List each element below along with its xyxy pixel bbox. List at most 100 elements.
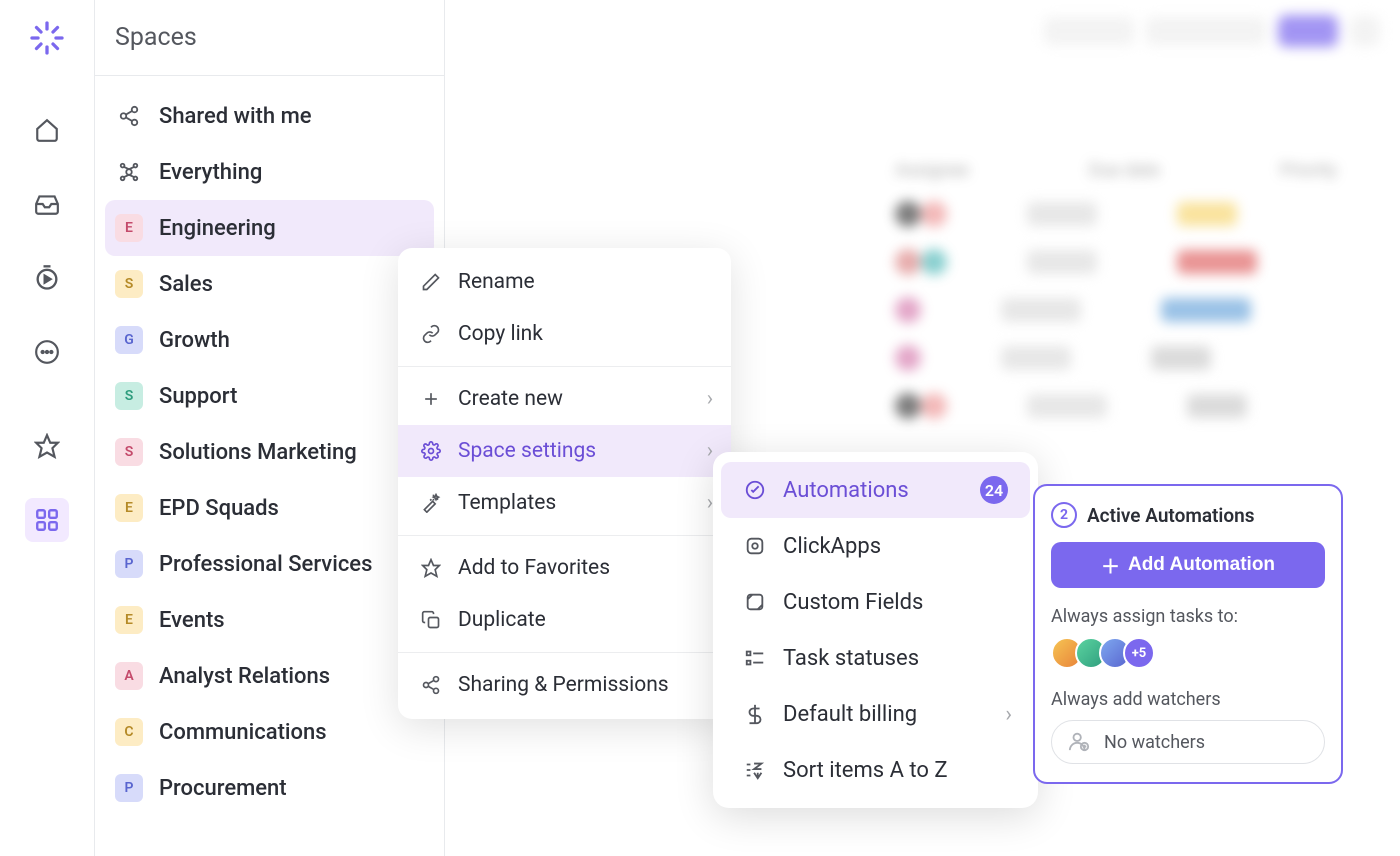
spaces-list: Shared with me Everything E Engineering …: [95, 76, 444, 828]
add-automation-label: Add Automation: [1128, 554, 1275, 576]
menu-item-space-settings[interactable]: Space settings ›: [398, 425, 731, 477]
inbox-icon[interactable]: [25, 182, 69, 226]
plus-icon: [420, 388, 442, 410]
clickapps-icon: [743, 534, 767, 558]
assignees-list[interactable]: +5: [1051, 637, 1325, 669]
submenu-item-clickapps[interactable]: ClickApps: [721, 518, 1030, 574]
submenu-item-automations[interactable]: Automations 24: [721, 462, 1030, 518]
menu-item-rename[interactable]: Rename: [398, 256, 731, 308]
menu-item-sharing-permissions[interactable]: Sharing & Permissions: [398, 659, 731, 711]
spaces-header: Spaces: [95, 0, 444, 76]
sidebar-item-label: Communications: [159, 720, 327, 745]
sidebar-item-label: Analyst Relations: [159, 664, 330, 689]
copy-icon: [420, 609, 442, 631]
chevron-right-icon: ›: [1005, 702, 1012, 727]
sidebar-item-label: Procurement: [159, 776, 287, 801]
automations-header: 2 Active Automations: [1051, 502, 1325, 528]
menu-divider: [398, 652, 731, 653]
sidebar-item-sales[interactable]: S Sales: [105, 256, 434, 312]
active-automation-count: 2: [1051, 502, 1077, 528]
submenu-item-task-statuses[interactable]: Task statuses: [721, 630, 1030, 686]
space-avatar: E: [115, 214, 143, 242]
magic-wand-icon: [420, 492, 442, 514]
space-avatar: G: [115, 326, 143, 354]
sort-icon: [743, 758, 767, 782]
dollar-icon: [743, 702, 767, 726]
assignee-more-badge: +5: [1123, 637, 1155, 669]
timer-icon[interactable]: [25, 256, 69, 300]
space-avatar: S: [115, 270, 143, 298]
sidebar-item-everything[interactable]: Everything: [105, 144, 434, 200]
sidebar-item-label: Growth: [159, 328, 230, 353]
menu-item-duplicate[interactable]: Duplicate: [398, 594, 731, 646]
sidebar-item-label: Solutions Marketing: [159, 440, 357, 465]
add-watcher-icon: [1068, 730, 1092, 754]
custom-fields-icon: [743, 590, 767, 614]
sidebar-item-support[interactable]: S Support: [105, 368, 434, 424]
space-context-menu: Rename Copy link Create new › Space sett…: [398, 248, 731, 719]
home-icon[interactable]: [25, 108, 69, 152]
gear-icon: [420, 440, 442, 462]
sidebar-item-label: Everything: [159, 160, 262, 185]
space-avatar: S: [115, 438, 143, 466]
submenu-item-label: Sort items A to Z: [783, 758, 948, 783]
chevron-right-icon: ›: [707, 387, 713, 411]
submenu-item-default-billing[interactable]: Default billing ›: [721, 686, 1030, 742]
sidebar-item-growth[interactable]: G Growth: [105, 312, 434, 368]
spaces-icon[interactable]: [25, 498, 69, 542]
menu-item-label: Space settings: [458, 439, 596, 463]
menu-divider: [398, 535, 731, 536]
submenu-item-custom-fields[interactable]: Custom Fields: [721, 574, 1030, 630]
more-icon[interactable]: [25, 330, 69, 374]
chevron-right-icon: ›: [707, 439, 713, 463]
sidebar-item-shared[interactable]: Shared with me: [105, 88, 434, 144]
pencil-icon: [420, 271, 442, 293]
submenu-item-label: Custom Fields: [783, 590, 923, 615]
menu-item-add-favorites[interactable]: Add to Favorites: [398, 542, 731, 594]
share-icon: [115, 102, 143, 130]
sidebar-item-label: Shared with me: [159, 104, 312, 129]
menu-item-templates[interactable]: Templates ›: [398, 477, 731, 529]
submenu-item-label: Automations: [783, 478, 909, 503]
menu-item-copy-link[interactable]: Copy link: [398, 308, 731, 360]
menu-item-label: Templates: [458, 491, 556, 515]
star-icon: [420, 557, 442, 579]
space-avatar: P: [115, 774, 143, 802]
sidebar-item-procurement[interactable]: P Procurement: [105, 760, 434, 816]
menu-item-label: Copy link: [458, 322, 543, 346]
automation-count-badge: 24: [980, 476, 1008, 504]
no-watchers-text: No watchers: [1104, 732, 1205, 753]
favorites-icon[interactable]: [25, 424, 69, 468]
space-avatar: A: [115, 662, 143, 690]
plus-icon: ＋: [1101, 552, 1120, 579]
submenu-item-sort-az[interactable]: Sort items A to Z: [721, 742, 1030, 798]
watchers-pill[interactable]: No watchers: [1051, 720, 1325, 764]
menu-item-create-new[interactable]: Create new ›: [398, 373, 731, 425]
submenu-item-label: Task statuses: [783, 646, 919, 671]
space-settings-submenu: Automations 24 ClickApps Custom Fields T…: [713, 452, 1038, 808]
automations-panel: 2 Active Automations ＋ Add Automation Al…: [1033, 484, 1343, 784]
watchers-section-label: Always add watchers: [1051, 689, 1325, 710]
automation-icon: [743, 478, 767, 502]
sidebar-item-solutions-marketing[interactable]: S Solutions Marketing: [105, 424, 434, 480]
sidebar-item-analyst-relations[interactable]: A Analyst Relations: [105, 648, 434, 704]
sidebar-item-professional-services[interactable]: P Professional Services: [105, 536, 434, 592]
sidebar-item-label: Sales: [159, 272, 213, 297]
statuses-icon: [743, 646, 767, 670]
space-avatar: E: [115, 494, 143, 522]
sidebar-item-communications[interactable]: C Communications: [105, 704, 434, 760]
network-icon: [115, 158, 143, 186]
sidebar-item-events[interactable]: E Events: [105, 592, 434, 648]
sidebar-item-label: EPD Squads: [159, 496, 279, 521]
app-logo-icon[interactable]: [27, 18, 67, 58]
space-avatar: P: [115, 550, 143, 578]
sidebar-item-label: Engineering: [159, 216, 276, 241]
sidebar-item-label: Professional Services: [159, 552, 372, 577]
menu-item-label: Duplicate: [458, 608, 546, 632]
link-icon: [420, 323, 442, 345]
left-icon-rail: [0, 0, 95, 856]
sidebar-item-engineering[interactable]: E Engineering: [105, 200, 434, 256]
space-avatar: C: [115, 718, 143, 746]
sidebar-item-epd-squads[interactable]: E EPD Squads: [105, 480, 434, 536]
add-automation-button[interactable]: ＋ Add Automation: [1051, 542, 1325, 588]
